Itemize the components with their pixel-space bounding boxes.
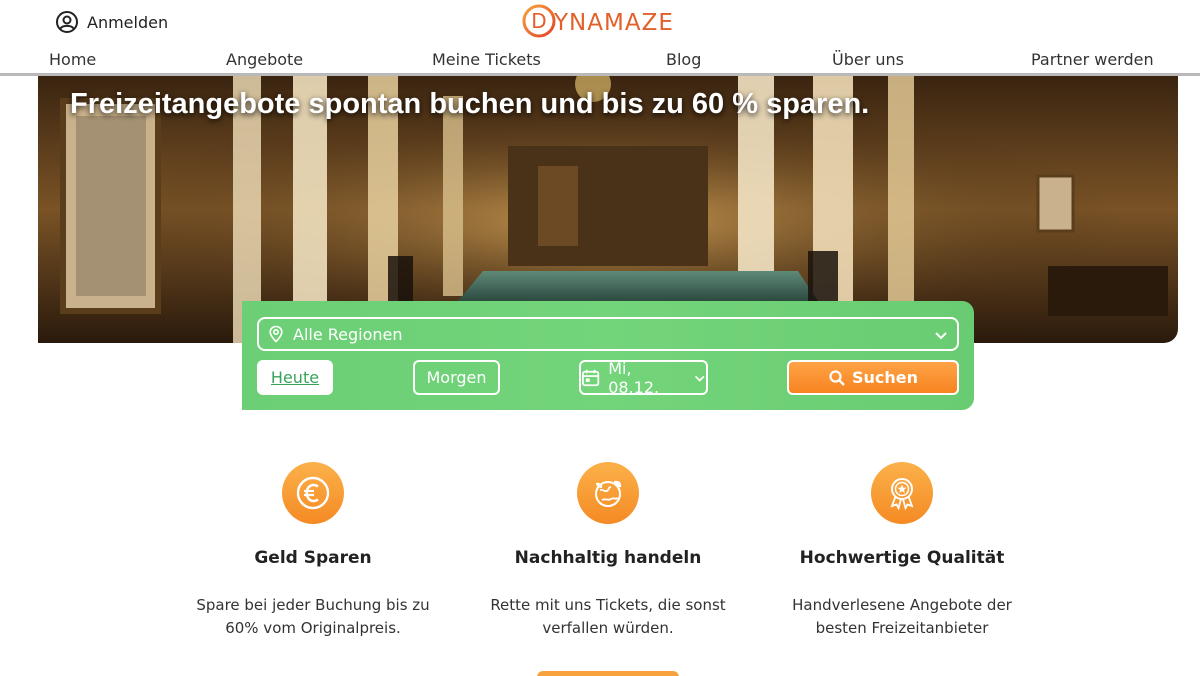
nav-blog[interactable]: Blog <box>666 50 701 69</box>
search-panel: Alle Regionen Heute Morgen Mi, 08.12. Su… <box>242 301 974 410</box>
date-value: Mi, 08.12. <box>608 358 660 397</box>
header: Anmelden D YNAMAZE Home Angebote Meine T… <box>0 0 1200 79</box>
nav-home[interactable]: Home <box>49 50 97 79</box>
chevron-down-icon <box>694 375 705 382</box>
logo[interactable]: D YNAMAZE <box>522 4 674 38</box>
login-label: Anmelden <box>87 12 169 32</box>
feature-text: Spare bei jeder Buchung bis zu 60% vom Or… <box>196 596 430 637</box>
feature-text: Handverlesene Angebote der besten Freizei… <box>792 596 1012 637</box>
feature-title: Nachhaltig handeln <box>514 548 702 568</box>
logo-mark: D <box>522 4 556 38</box>
search-icon <box>829 369 845 386</box>
feature-title: Hochwertige Qualität <box>799 548 1005 568</box>
nav-partner-werden[interactable]: Partner werden <box>1031 50 1154 69</box>
globe-leaf-icon <box>595 480 622 507</box>
feature-icon-badge <box>282 462 344 524</box>
region-value: Alle Regionen <box>293 324 403 344</box>
feature-qualitaet: Hochwertige Qualität Handverlesene Angeb… <box>752 462 1052 640</box>
user-circle-icon <box>56 11 78 33</box>
euro-icon <box>296 476 330 510</box>
nav-angebote[interactable]: Angebote <box>226 50 303 69</box>
feature-geld-sparen: Geld Sparen Spare bei jeder Buchung bis … <box>163 462 463 640</box>
nav-meine-tickets[interactable]: Meine Tickets <box>432 50 541 69</box>
main-nav: Home Angebote Meine Tickets Blog Über un… <box>0 50 1200 79</box>
feature-icon-badge <box>871 462 933 524</box>
feature-icon-badge <box>577 462 639 524</box>
hero-title: Freizeitangebote spontan buchen und bis … <box>70 88 870 120</box>
feature-nachhaltig: Nachhaltig handeln Rette mit uns Tickets… <box>458 462 758 640</box>
logo-text: YNAMAZE <box>554 10 674 36</box>
region-select[interactable]: Alle Regionen <box>257 317 959 351</box>
login-link[interactable]: Anmelden <box>55 10 168 34</box>
feature-title: Geld Sparen <box>254 548 372 568</box>
chevron-down-icon <box>935 332 947 340</box>
nav-ueber-uns[interactable]: Über uns <box>832 50 904 69</box>
cta-button-partial[interactable] <box>537 671 679 676</box>
feature-text: Rette mit uns Tickets, die sonst verfalle… <box>490 596 726 637</box>
date-picker-button[interactable]: Mi, 08.12. <box>579 358 708 397</box>
search-label: Suchen <box>851 368 919 387</box>
today-button[interactable]: Heute <box>257 360 333 395</box>
svg-text:D: D <box>531 9 546 33</box>
tomorrow-button[interactable]: Morgen <box>413 360 500 395</box>
search-button[interactable]: Suchen <box>787 360 959 395</box>
location-pin-icon <box>269 325 283 343</box>
award-icon <box>890 478 914 511</box>
calendar-icon <box>582 369 600 386</box>
